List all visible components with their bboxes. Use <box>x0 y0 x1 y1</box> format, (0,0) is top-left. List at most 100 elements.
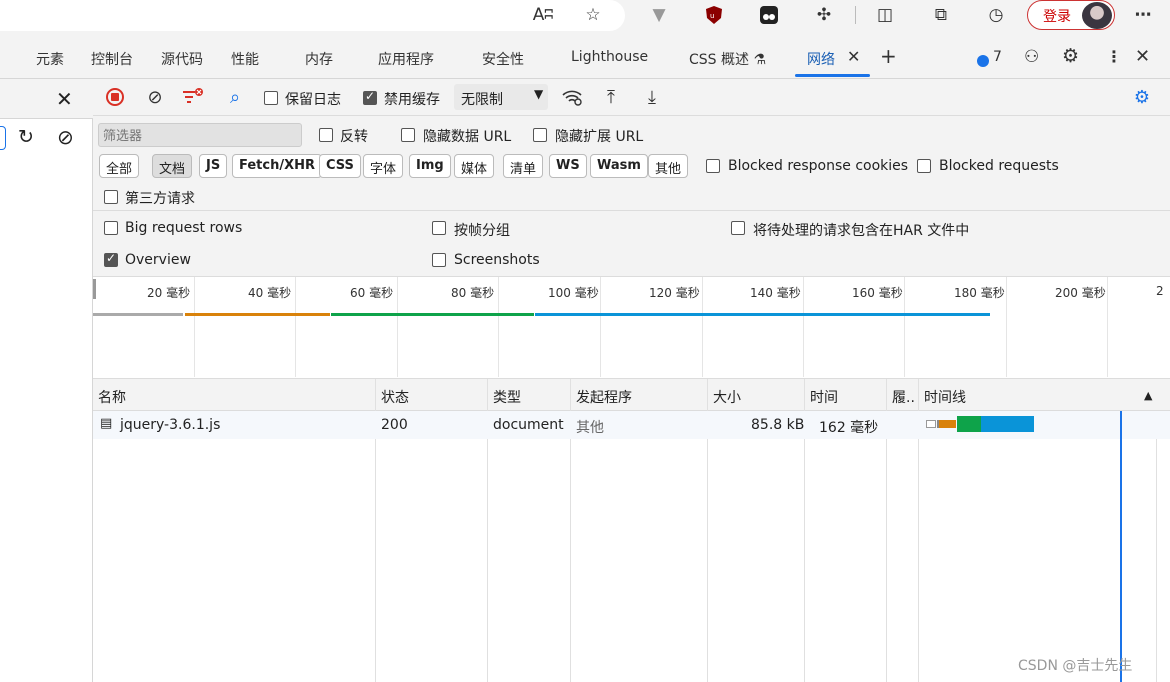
devtools-tab-bar: 元素 控制台 源代码 性能 内存 应用程序 安全性 Lighthouse CSS… <box>0 36 1170 79</box>
col-initiator-header[interactable]: 发起程序 <box>576 387 632 407</box>
blocked-requests-checkbox[interactable] <box>917 159 931 173</box>
preserve-log-checkbox[interactable] <box>264 91 278 105</box>
group-by-frame-checkbox[interactable] <box>432 221 446 235</box>
ublock-icon[interactable]: u <box>701 3 727 27</box>
svg-text:u: u <box>710 12 714 20</box>
settings-gear-icon[interactable]: ⚙ <box>1062 45 1079 67</box>
overview-checkbox[interactable] <box>104 251 118 267</box>
collections-icon[interactable]: ⧉ <box>928 3 954 27</box>
tab-application[interactable]: 应用程序 <box>378 49 434 69</box>
chip-media[interactable]: 媒体 <box>454 154 495 178</box>
network-conditions-icon[interactable] <box>560 85 584 109</box>
export-har-icon[interactable]: ⤓ <box>640 85 664 109</box>
hide-ext-url-checkbox[interactable] <box>533 128 547 142</box>
chip-wasm[interactable]: Wasm <box>590 154 648 178</box>
filter-funnel-icon[interactable] <box>181 85 205 109</box>
extensions-puzzle-icon[interactable]: ✣ <box>811 3 837 27</box>
col-waterfall-header[interactable]: 时间线 <box>924 387 966 407</box>
chip-css[interactable]: CSS <box>319 154 361 178</box>
close-tab-icon[interactable]: ✕ <box>847 47 860 66</box>
big-rows-label: Big request rows <box>125 220 243 236</box>
close-devtools-icon[interactable]: ✕ <box>1135 46 1150 67</box>
reload-icon[interactable]: ↻ <box>18 126 34 148</box>
tab-css-overview[interactable]: CSS 概述 ⚗ <box>689 49 766 69</box>
history-icon[interactable]: ◷ <box>983 3 1009 27</box>
vue-devtools-icon[interactable]: ▼ <box>646 3 672 27</box>
chip-js[interactable]: JS <box>199 154 228 178</box>
grid-line <box>194 277 195 377</box>
search-icon[interactable]: ⌕ <box>223 85 247 109</box>
tab-memory[interactable]: 内存 <box>305 49 333 69</box>
table-row[interactable]: ▤ jquery-3.6.1.js 200 document 其他 85.8 k… <box>93 411 1170 439</box>
split-screen-icon[interactable]: ◫ <box>872 3 898 27</box>
issues-count[interactable]: 7 <box>993 49 1002 65</box>
tab-elements[interactable]: 元素 <box>36 49 64 69</box>
overview-start-handle[interactable] <box>93 279 96 299</box>
grid-line <box>498 277 499 377</box>
tampermonkey-icon[interactable] <box>756 3 782 27</box>
overview-tick: 80 毫秒 <box>451 286 495 300</box>
grid-line <box>397 277 398 377</box>
col-name-header[interactable]: 名称 <box>98 387 126 407</box>
blocked-cookies-checkbox[interactable] <box>706 159 720 173</box>
overview-timeline[interactable]: 20 毫秒 40 毫秒 60 毫秒 80 毫秒 100 毫秒 120 毫秒 14… <box>93 277 1170 379</box>
tab-performance[interactable]: 性能 <box>231 49 259 69</box>
chip-ws[interactable]: WS <box>549 154 587 178</box>
chip-all[interactable]: 全部 <box>99 154 140 178</box>
chip-img[interactable]: Img <box>409 154 451 178</box>
tab-console[interactable]: 控制台 <box>91 49 133 69</box>
col-status-header[interactable]: 状态 <box>381 387 409 407</box>
chip-manifest[interactable]: 清单 <box>503 154 544 178</box>
disable-cache-checkbox[interactable] <box>363 89 377 105</box>
hide-data-url-label: 隐藏数据 URL <box>423 129 512 145</box>
tab-security[interactable]: 安全性 <box>482 49 524 69</box>
chip-other[interactable]: 其他 <box>648 154 689 178</box>
col-time-header[interactable]: 时间 <box>810 387 838 407</box>
chip-fetch-xhr[interactable]: Fetch/XHR <box>232 154 323 178</box>
request-time: 162 毫秒 <box>819 420 879 436</box>
close-drawer-icon[interactable]: ✕ <box>56 87 73 111</box>
hide-ext-url-label: 隐藏扩展 URL <box>555 129 644 145</box>
customize-icon[interactable]: ⚇ <box>1024 47 1039 67</box>
request-name[interactable]: jquery-3.6.1.js <box>120 417 220 433</box>
overview-tick: 40 毫秒 <box>248 286 292 300</box>
read-aloud-icon[interactable]: Aʭ <box>530 3 556 27</box>
clear-log-icon[interactable]: ⊘ <box>143 85 167 109</box>
tab-lighthouse[interactable]: Lighthouse <box>571 49 648 65</box>
issues-icon[interactable] <box>977 55 989 67</box>
request-status: 200 <box>381 417 408 433</box>
invert-checkbox[interactable] <box>319 128 333 142</box>
col-type-header[interactable]: 类型 <box>493 387 521 407</box>
tab-sources[interactable]: 源代码 <box>161 49 203 69</box>
hide-data-url-checkbox[interactable] <box>401 128 415 142</box>
favorite-star-icon[interactable]: ☆ <box>580 3 606 27</box>
clear-icon[interactable]: ⊘ <box>57 125 74 149</box>
group-by-frame-label: 按帧分组 <box>454 223 510 239</box>
kebab-menu-icon[interactable]: ⋮ <box>1106 47 1122 66</box>
chip-doc[interactable]: 文档 <box>152 154 193 178</box>
waterfall-connect-segment <box>939 420 956 428</box>
sort-asc-icon[interactable]: ▲ <box>1144 389 1152 402</box>
throttle-select[interactable]: 无限制 ▼ <box>454 84 548 110</box>
import-har-icon[interactable]: ⤒ <box>599 85 623 109</box>
grid-line <box>1006 277 1007 377</box>
col-size-header[interactable]: 大小 <box>713 387 741 407</box>
chip-font[interactable]: 字体 <box>363 154 404 178</box>
tab-network[interactable]: 网络 <box>807 49 835 69</box>
request-table-header: 名称 状态 类型 发起程序 大小 时间 履.. 时间线 ▲ <box>93 379 1170 411</box>
record-stop-icon[interactable] <box>103 85 127 109</box>
grid-line <box>295 277 296 377</box>
network-settings-icon[interactable]: ⚙ <box>1130 85 1154 109</box>
har-pending-checkbox[interactable] <box>731 221 745 235</box>
screenshots-checkbox[interactable] <box>432 253 446 267</box>
drawer-edge-button[interactable] <box>0 126 6 150</box>
filter-input[interactable] <box>98 123 302 147</box>
left-drawer-header: ✕ <box>0 79 93 119</box>
add-tab-icon[interactable]: + <box>880 44 897 68</box>
more-menu-icon[interactable]: ⋯ <box>1130 3 1156 27</box>
login-button[interactable]: 登录 <box>1027 0 1115 30</box>
col-fulfilled-header[interactable]: 履.. <box>892 387 915 407</box>
third-party-checkbox[interactable] <box>104 190 118 204</box>
big-rows-checkbox[interactable] <box>104 221 118 235</box>
grid-line <box>1107 277 1108 377</box>
